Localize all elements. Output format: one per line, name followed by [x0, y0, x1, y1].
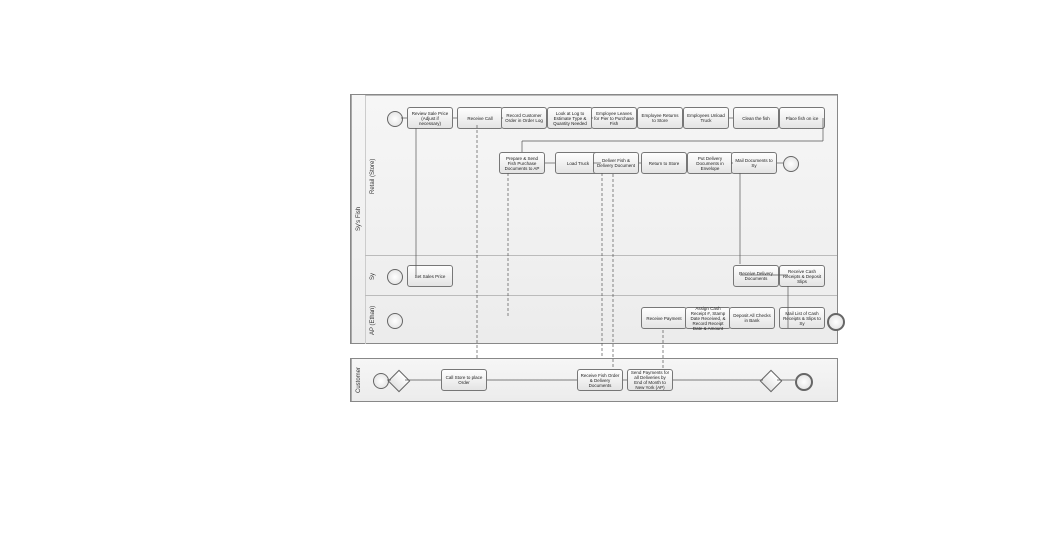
- task-send-payments: Send Payments for all Deliveries by End …: [627, 369, 673, 391]
- task-employee-leaves: Employee Leaves for Pier to Purchase Fis…: [591, 107, 637, 129]
- gateway-customer-2: [760, 370, 783, 393]
- task-record-order: Record Customer Order in Order Log: [501, 107, 547, 129]
- task-clean-fish: Clean the fish: [733, 107, 779, 129]
- task-receive-payment: Receive Payment: [641, 307, 687, 329]
- lane-retail: Retail (Store) Review Sale Price (Adjust…: [365, 95, 837, 256]
- task-put-delivery-docs: Put Delivery Documents in Envelope: [687, 152, 733, 174]
- pool-label-sys: Sy's Fish: [351, 95, 366, 343]
- task-employees-unload: Employees Unload Truck: [683, 107, 729, 129]
- task-receive-cash-receipts: Receive Cash Receipts & Deposit Slips: [779, 265, 825, 287]
- task-assign-receipt: Assign Cash Receipt #, Stamp Date Receiv…: [685, 307, 731, 329]
- intermediate-event: [783, 156, 799, 172]
- task-deposit-checks: Deposit All Checks in Bank: [729, 307, 775, 329]
- task-place-on-ice: Place fish on ice: [779, 107, 825, 129]
- task-deliver-fish: Deliver Fish & Delivery Document: [593, 152, 639, 174]
- pool-customer: Customer Call Store to place Order Recei…: [350, 358, 838, 402]
- start-event-ap: [387, 313, 403, 329]
- task-receive-call: Receive Call: [457, 107, 503, 129]
- lane-label-ap: AP (Ethan): [365, 296, 380, 344]
- end-event-ap: [827, 313, 845, 331]
- gateway-customer-1: [388, 370, 411, 393]
- lane-label-retail: Retail (Store): [365, 96, 380, 256]
- lane-label-sy: Sy: [365, 256, 380, 296]
- start-event-customer: [373, 373, 389, 389]
- lane-ap: AP (Ethan) Receive Payment Assign Cash R…: [365, 295, 837, 344]
- pool-label-customer: Customer: [351, 359, 366, 401]
- task-review-price: Review Sale Price (Adjust if necessary): [407, 107, 453, 129]
- start-event-sy: [387, 269, 403, 285]
- task-prepare-docs: Prepare & Send Fish Purchase Documents t…: [499, 152, 545, 174]
- task-mail-docs-to-sy: Mail Documents to Sy: [731, 152, 777, 174]
- swimlane-diagram: Sy's Fish Retail (Store) Review Sale Pri…: [0, 0, 1062, 548]
- task-receive-fish-order: Receive Fish Order & Delivery Documents: [577, 369, 623, 391]
- task-employee-returns: Employee Returns to Store: [637, 107, 683, 129]
- start-event-retail: [387, 111, 403, 127]
- task-look-at-log: Look at Log to Estimate Type & Quantity …: [547, 107, 593, 129]
- pool-sys-fish: Sy's Fish Retail (Store) Review Sale Pri…: [350, 94, 838, 344]
- task-return-to-store: Return to Store: [641, 152, 687, 174]
- end-event-customer: [795, 373, 813, 391]
- task-mail-list: Mail List of Cash Receipts & Slips to Sy: [779, 307, 825, 329]
- task-receive-delivery: Receive Delivery Documents: [733, 265, 779, 287]
- task-call-store: Call Store to place Order: [441, 369, 487, 391]
- task-set-price: Set Sales Price: [407, 265, 453, 287]
- lane-sy: Sy Set Sales Price Receive Delivery Docu…: [365, 255, 837, 296]
